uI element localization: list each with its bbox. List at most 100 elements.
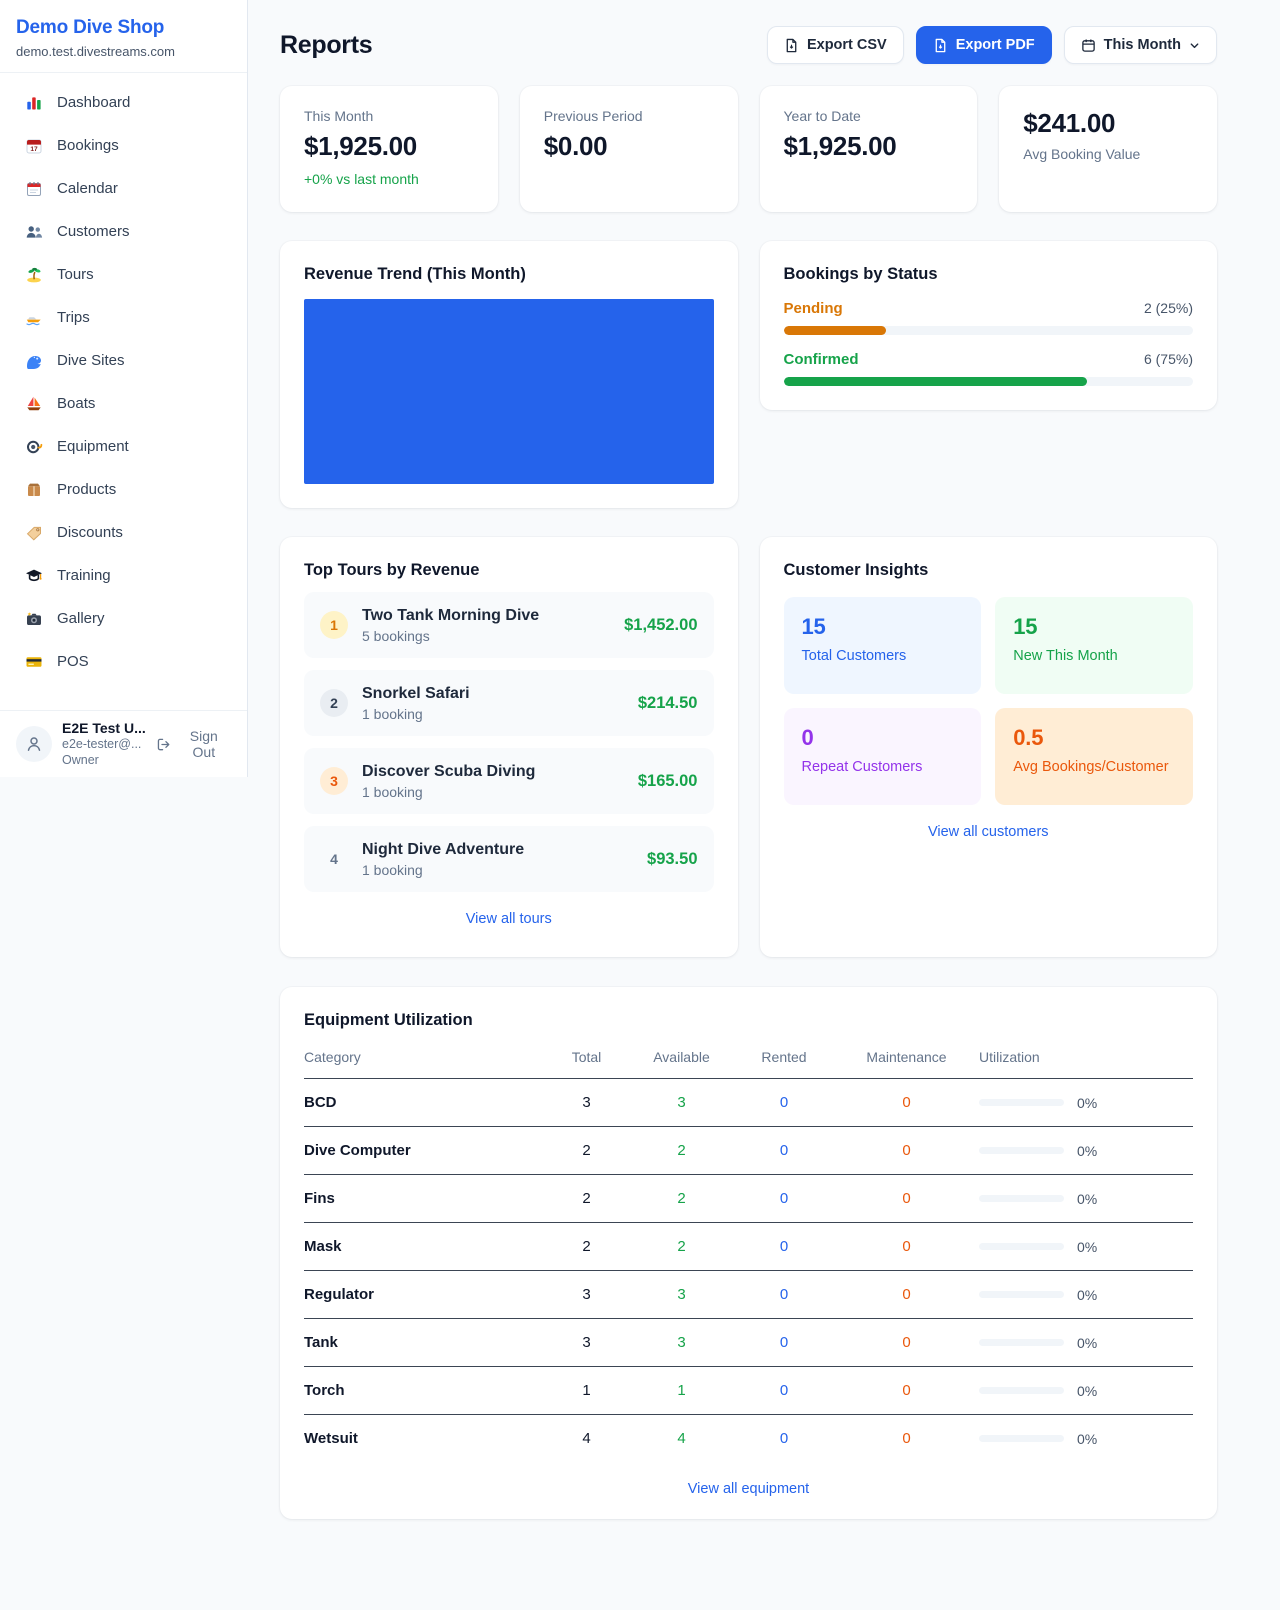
tour-row: 4 Night Dive Adventure 1 booking $93.50 xyxy=(304,826,714,892)
top-tours-title: Top Tours by Revenue xyxy=(304,561,714,580)
sidebar-item-label: Bookings xyxy=(57,137,119,154)
status-bar-fill xyxy=(784,377,1087,386)
sidebar-item-label: Trips xyxy=(57,309,90,326)
utilization-bar xyxy=(979,1291,1064,1298)
user-name: E2E Test U... xyxy=(62,720,146,738)
table-row: Regulator 3 3 0 0 0% xyxy=(304,1271,1193,1319)
table-row: Dive Computer 2 2 0 0 0% xyxy=(304,1127,1193,1175)
bookings-status-title: Bookings by Status xyxy=(784,265,1194,284)
sidebar-item-label: Training xyxy=(57,567,111,584)
camera-icon xyxy=(24,609,43,628)
svg-text:17: 17 xyxy=(30,145,38,152)
utilization-bar xyxy=(979,1195,1064,1202)
file-icon xyxy=(784,38,799,53)
avatar xyxy=(16,726,52,762)
user-role: Owner xyxy=(62,753,146,769)
rank-badge: 4 xyxy=(320,845,348,873)
shop-title: Demo Dive Shop xyxy=(16,17,231,39)
sidebar-item-label: Products xyxy=(57,481,116,498)
view-all-tours-link[interactable]: View all tours xyxy=(304,911,714,927)
sidebar-item-bookings[interactable]: 17 Bookings xyxy=(14,124,233,167)
sidebar-nav: Dashboard 17 Bookings Calendar Customers… xyxy=(0,73,247,683)
sailboat-icon xyxy=(24,394,43,413)
tag-icon xyxy=(24,523,43,542)
graduation-cap-icon xyxy=(24,566,43,585)
file-icon xyxy=(933,38,948,53)
table-header-row: Category Total Available Rented Maintena… xyxy=(304,1049,1193,1079)
tile-total-customers: 15 Total Customers xyxy=(784,597,982,694)
rank-badge: 2 xyxy=(320,689,348,717)
sidebar-item-customers[interactable]: Customers xyxy=(14,210,233,253)
table-row: BCD 3 3 0 0 0% xyxy=(304,1079,1193,1127)
status-row-pending: Pending 2 (25%) xyxy=(784,300,1194,335)
sidebar-item-products[interactable]: Products xyxy=(14,468,233,511)
equipment-table: Category Total Available Rented Maintena… xyxy=(304,1049,1193,1462)
wave-icon xyxy=(24,351,43,370)
package-icon xyxy=(24,480,43,499)
sidebar-item-dive-sites[interactable]: Dive Sites xyxy=(14,339,233,382)
sidebar-item-label: POS xyxy=(57,653,89,670)
calendar-date-icon: 17 xyxy=(24,136,43,155)
status-bar-track xyxy=(784,377,1194,386)
equipment-utilization-title: Equipment Utilization xyxy=(304,1011,1193,1030)
period-dropdown[interactable]: This Month xyxy=(1064,26,1217,64)
revenue-trend-card: Revenue Trend (This Month) xyxy=(280,241,738,508)
sidebar-item-tours[interactable]: Tours xyxy=(14,253,233,296)
sidebar-item-label: Equipment xyxy=(57,438,129,455)
sidebar-item-training[interactable]: Training xyxy=(14,554,233,597)
speedboat-icon xyxy=(24,308,43,327)
bookings-status-card: Bookings by Status Pending 2 (25%) Confi… xyxy=(760,241,1218,410)
table-row: Fins 2 2 0 0 0% xyxy=(304,1175,1193,1223)
stat-card-avg-booking-value: $241.00 Avg Booking Value xyxy=(999,86,1217,212)
bar-chart-icon xyxy=(24,93,43,112)
chevron-down-icon xyxy=(1189,40,1200,51)
sidebar-item-discounts[interactable]: Discounts xyxy=(14,511,233,554)
table-row: Tank 3 3 0 0 0% xyxy=(304,1319,1193,1367)
shop-subdomain: demo.test.divestreams.com xyxy=(16,44,231,59)
export-csv-button[interactable]: Export CSV xyxy=(767,26,904,64)
sidebar-item-equipment[interactable]: Equipment xyxy=(14,425,233,468)
revenue-trend-chart xyxy=(304,299,714,484)
sidebar-item-dashboard[interactable]: Dashboard xyxy=(14,81,233,124)
header-actions: Export CSV Export PDF This Month xyxy=(767,26,1217,64)
view-all-equipment-link[interactable]: View all equipment xyxy=(304,1481,1193,1497)
tour-row: 1 Two Tank Morning Dive 5 bookings $1,45… xyxy=(304,592,714,658)
rank-badge: 1 xyxy=(320,611,348,639)
page-header: Reports Export CSV Export PDF This Month xyxy=(280,0,1217,86)
utilization-bar xyxy=(979,1099,1064,1106)
sidebar-item-pos[interactable]: POS xyxy=(14,640,233,683)
sidebar-item-trips[interactable]: Trips xyxy=(14,296,233,339)
credit-card-icon xyxy=(24,652,43,671)
status-row-confirmed: Confirmed 6 (75%) xyxy=(784,351,1194,386)
table-row: Mask 2 2 0 0 0% xyxy=(304,1223,1193,1271)
customer-insights-title: Customer Insights xyxy=(784,561,1194,580)
stat-card-previous-period: Previous Period $0.00 xyxy=(520,86,738,212)
stat-card-this-month: This Month $1,925.00 +0% vs last month xyxy=(280,86,498,212)
sidebar-user-footer: E2E Test U... e2e-tester@... Owner Sign … xyxy=(0,710,247,777)
utilization-bar xyxy=(979,1435,1064,1442)
equipment-utilization-card: Equipment Utilization Category Total Ava… xyxy=(280,987,1217,1519)
calendar-icon xyxy=(1081,38,1096,53)
sidebar: Demo Dive Shop demo.test.divestreams.com… xyxy=(0,0,248,777)
sign-out-button[interactable]: Sign Out xyxy=(156,728,231,760)
sidebar-header: Demo Dive Shop demo.test.divestreams.com xyxy=(0,0,247,73)
island-icon xyxy=(24,265,43,284)
spiral-calendar-icon xyxy=(24,179,43,198)
sidebar-item-gallery[interactable]: Gallery xyxy=(14,597,233,640)
sidebar-item-label: Boats xyxy=(57,395,95,412)
sign-out-icon xyxy=(156,737,171,752)
tile-new-this-month: 15 New This Month xyxy=(995,597,1193,694)
stat-card-year-to-date: Year to Date $1,925.00 xyxy=(760,86,978,212)
sidebar-item-label: Dive Sites xyxy=(57,352,125,369)
tile-avg-bookings-per-customer: 0.5 Avg Bookings/Customer xyxy=(995,708,1193,805)
utilization-bar xyxy=(979,1243,1064,1250)
export-pdf-button[interactable]: Export PDF xyxy=(916,26,1052,64)
sidebar-item-boats[interactable]: Boats xyxy=(14,382,233,425)
user-info: E2E Test U... e2e-tester@... Owner xyxy=(62,720,146,769)
view-all-customers-link[interactable]: View all customers xyxy=(784,824,1194,840)
people-icon xyxy=(24,222,43,241)
sidebar-item-calendar[interactable]: Calendar xyxy=(14,167,233,210)
stat-cards: This Month $1,925.00 +0% vs last month P… xyxy=(280,86,1217,212)
revenue-trend-title: Revenue Trend (This Month) xyxy=(304,265,714,284)
sidebar-item-label: Tours xyxy=(57,266,94,283)
